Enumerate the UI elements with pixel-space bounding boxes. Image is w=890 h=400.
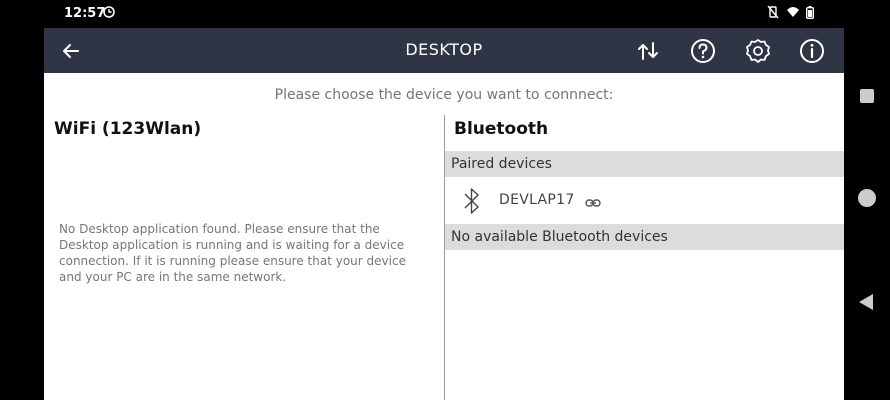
- wifi-icon: [786, 6, 800, 22]
- bluetooth-title: Bluetooth: [454, 119, 549, 139]
- vibrate-off-icon: [766, 5, 780, 23]
- wifi-no-app-message: No Desktop application found. Please ens…: [59, 222, 406, 284]
- system-nav-bar: [844, 0, 890, 400]
- device-name: DEVLAP17: [499, 192, 575, 208]
- main-content: Please choose the device you want to con…: [44, 73, 844, 400]
- app-bar: DESKTOP: [44, 28, 844, 73]
- status-icons: [766, 5, 814, 23]
- connect-prompt: Please choose the device you want to con…: [274, 87, 614, 103]
- status-time: 12:57: [64, 6, 106, 21]
- page-title: DESKTOP: [405, 40, 483, 59]
- home-icon[interactable]: [858, 189, 876, 207]
- paired-devices-header: Paired devices: [445, 151, 844, 177]
- paired-device-item[interactable]: DEVLAP17: [445, 177, 844, 224]
- info-icon[interactable]: [798, 37, 826, 65]
- battery-icon: [805, 5, 814, 23]
- status-bar: 12:57: [0, 0, 844, 28]
- wifi-title: WiFi (123Wlan): [54, 119, 202, 139]
- sync-icon[interactable]: [634, 37, 662, 65]
- alarm-clock-icon: [103, 6, 115, 22]
- back-arrow-icon[interactable]: [58, 38, 84, 64]
- bluetooth-panel: Bluetooth Paired devices DEVLAP17 No ava…: [445, 115, 844, 400]
- recent-apps-icon[interactable]: [860, 89, 874, 103]
- help-icon[interactable]: [689, 37, 717, 65]
- no-available-devices-header: No available Bluetooth devices: [445, 224, 844, 250]
- nav-back-icon[interactable]: [859, 294, 873, 310]
- bluetooth-icon: [459, 185, 485, 217]
- wifi-panel: WiFi (123Wlan) No Desktop application fo…: [44, 115, 444, 400]
- settings-gear-icon[interactable]: [744, 37, 772, 65]
- link-icon: [585, 194, 601, 207]
